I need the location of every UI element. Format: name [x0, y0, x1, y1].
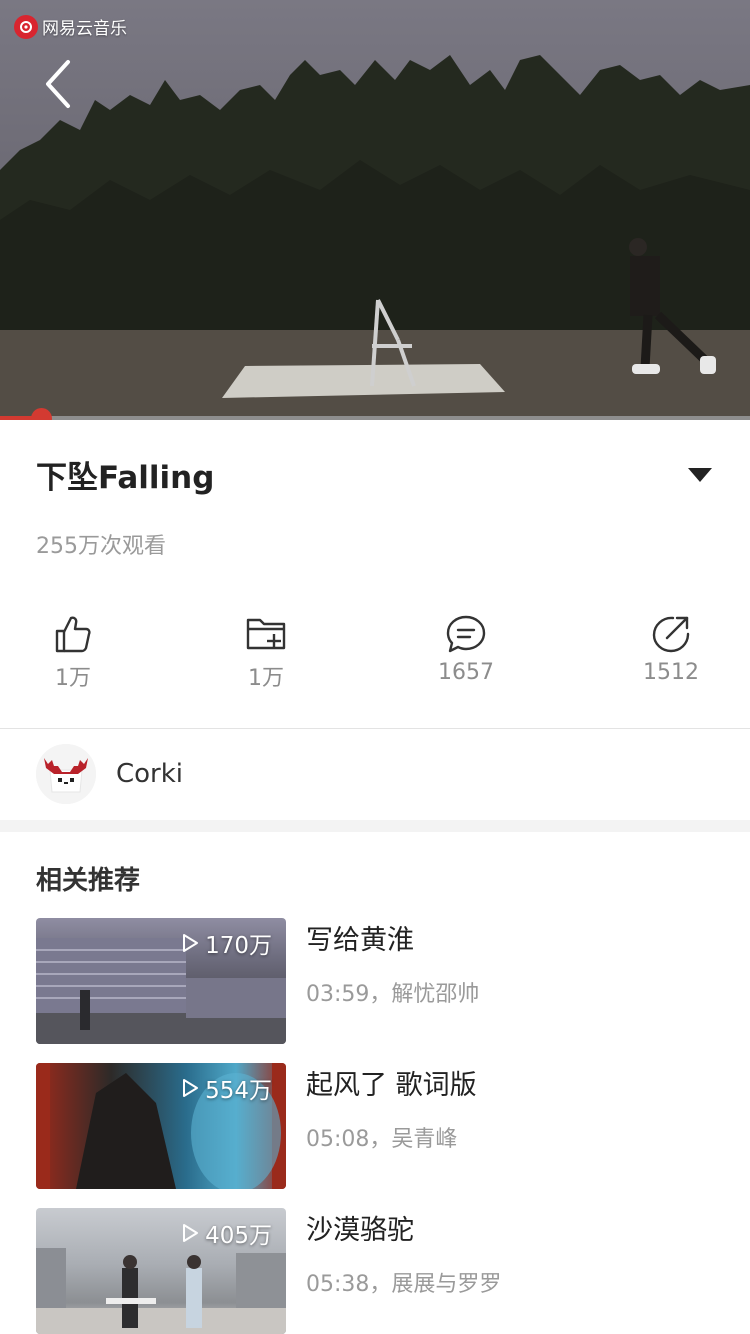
- play-count: 170万: [181, 926, 272, 960]
- related-video-item[interactable]: 554万 起风了 歌词版 05:08，吴青峰: [36, 1063, 726, 1189]
- related-video-item[interactable]: 170万 写给黄淮 03:59，解忧邵帅: [36, 918, 726, 1044]
- view-count: 255万次观看: [36, 534, 166, 559]
- author-row[interactable]: Corki: [36, 744, 183, 804]
- related-video-meta: 03:59，解忧邵帅: [306, 982, 480, 1007]
- share-button[interactable]: 1512: [611, 614, 731, 685]
- related-video-thumbnail: 554万: [36, 1063, 286, 1189]
- thumbs-up-icon: [55, 616, 91, 653]
- watermark-text: 网易云音乐: [42, 19, 127, 39]
- related-video-title: 写给黄淮: [306, 925, 414, 956]
- play-count-text: 554万: [205, 1078, 272, 1104]
- related-video-item[interactable]: 405万 沙漠骆驼 05:38，展展与罗罗: [36, 1208, 726, 1334]
- app-watermark: 网易云音乐: [14, 14, 127, 39]
- expand-details-button[interactable]: [682, 460, 718, 488]
- author-name: Corki: [116, 759, 184, 789]
- chevron-left-icon: [46, 60, 70, 108]
- video-title: 下坠Falling: [36, 460, 215, 496]
- play-count: 405万: [181, 1216, 272, 1250]
- share-icon: [652, 616, 690, 653]
- play-count-text: 170万: [205, 933, 272, 959]
- comment-count: 1657: [438, 660, 494, 685]
- play-count: 554万: [181, 1071, 272, 1105]
- video-player[interactable]: 网易云音乐: [0, 0, 750, 420]
- collect-button[interactable]: 1万: [206, 614, 326, 692]
- author-avatar[interactable]: [36, 744, 96, 804]
- related-video-thumbnail: 170万: [36, 918, 286, 1044]
- back-button[interactable]: [34, 52, 86, 116]
- video-progress-bar[interactable]: [0, 408, 750, 420]
- related-video-meta: 05:08，吴青峰: [306, 1127, 458, 1152]
- related-heading: 相关推荐: [36, 866, 141, 896]
- play-count-text: 405万: [205, 1223, 272, 1249]
- related-video-meta: 05:38，展展与罗罗: [306, 1272, 502, 1297]
- section-divider: [0, 728, 750, 729]
- caret-down-icon: [688, 468, 712, 482]
- comment-icon: [446, 615, 486, 653]
- like-button[interactable]: 1万: [13, 614, 133, 692]
- netease-music-logo-icon: [14, 14, 38, 39]
- comment-button[interactable]: 1657: [406, 614, 526, 685]
- play-icon: [183, 1224, 199, 1242]
- section-gap: [0, 820, 750, 832]
- related-video-title: 沙漠骆驼: [306, 1215, 414, 1246]
- related-video-thumbnail: 405万: [36, 1208, 286, 1334]
- like-count: 1万: [55, 666, 91, 691]
- video-frame-trees: [0, 55, 750, 420]
- share-count: 1512: [643, 660, 699, 685]
- collect-count: 1万: [248, 666, 284, 691]
- play-icon: [183, 934, 199, 952]
- folder-add-icon: [246, 618, 286, 650]
- play-icon: [183, 1079, 199, 1097]
- deer-avatar-icon: [36, 744, 96, 804]
- related-video-title: 起风了 歌词版: [306, 1070, 477, 1101]
